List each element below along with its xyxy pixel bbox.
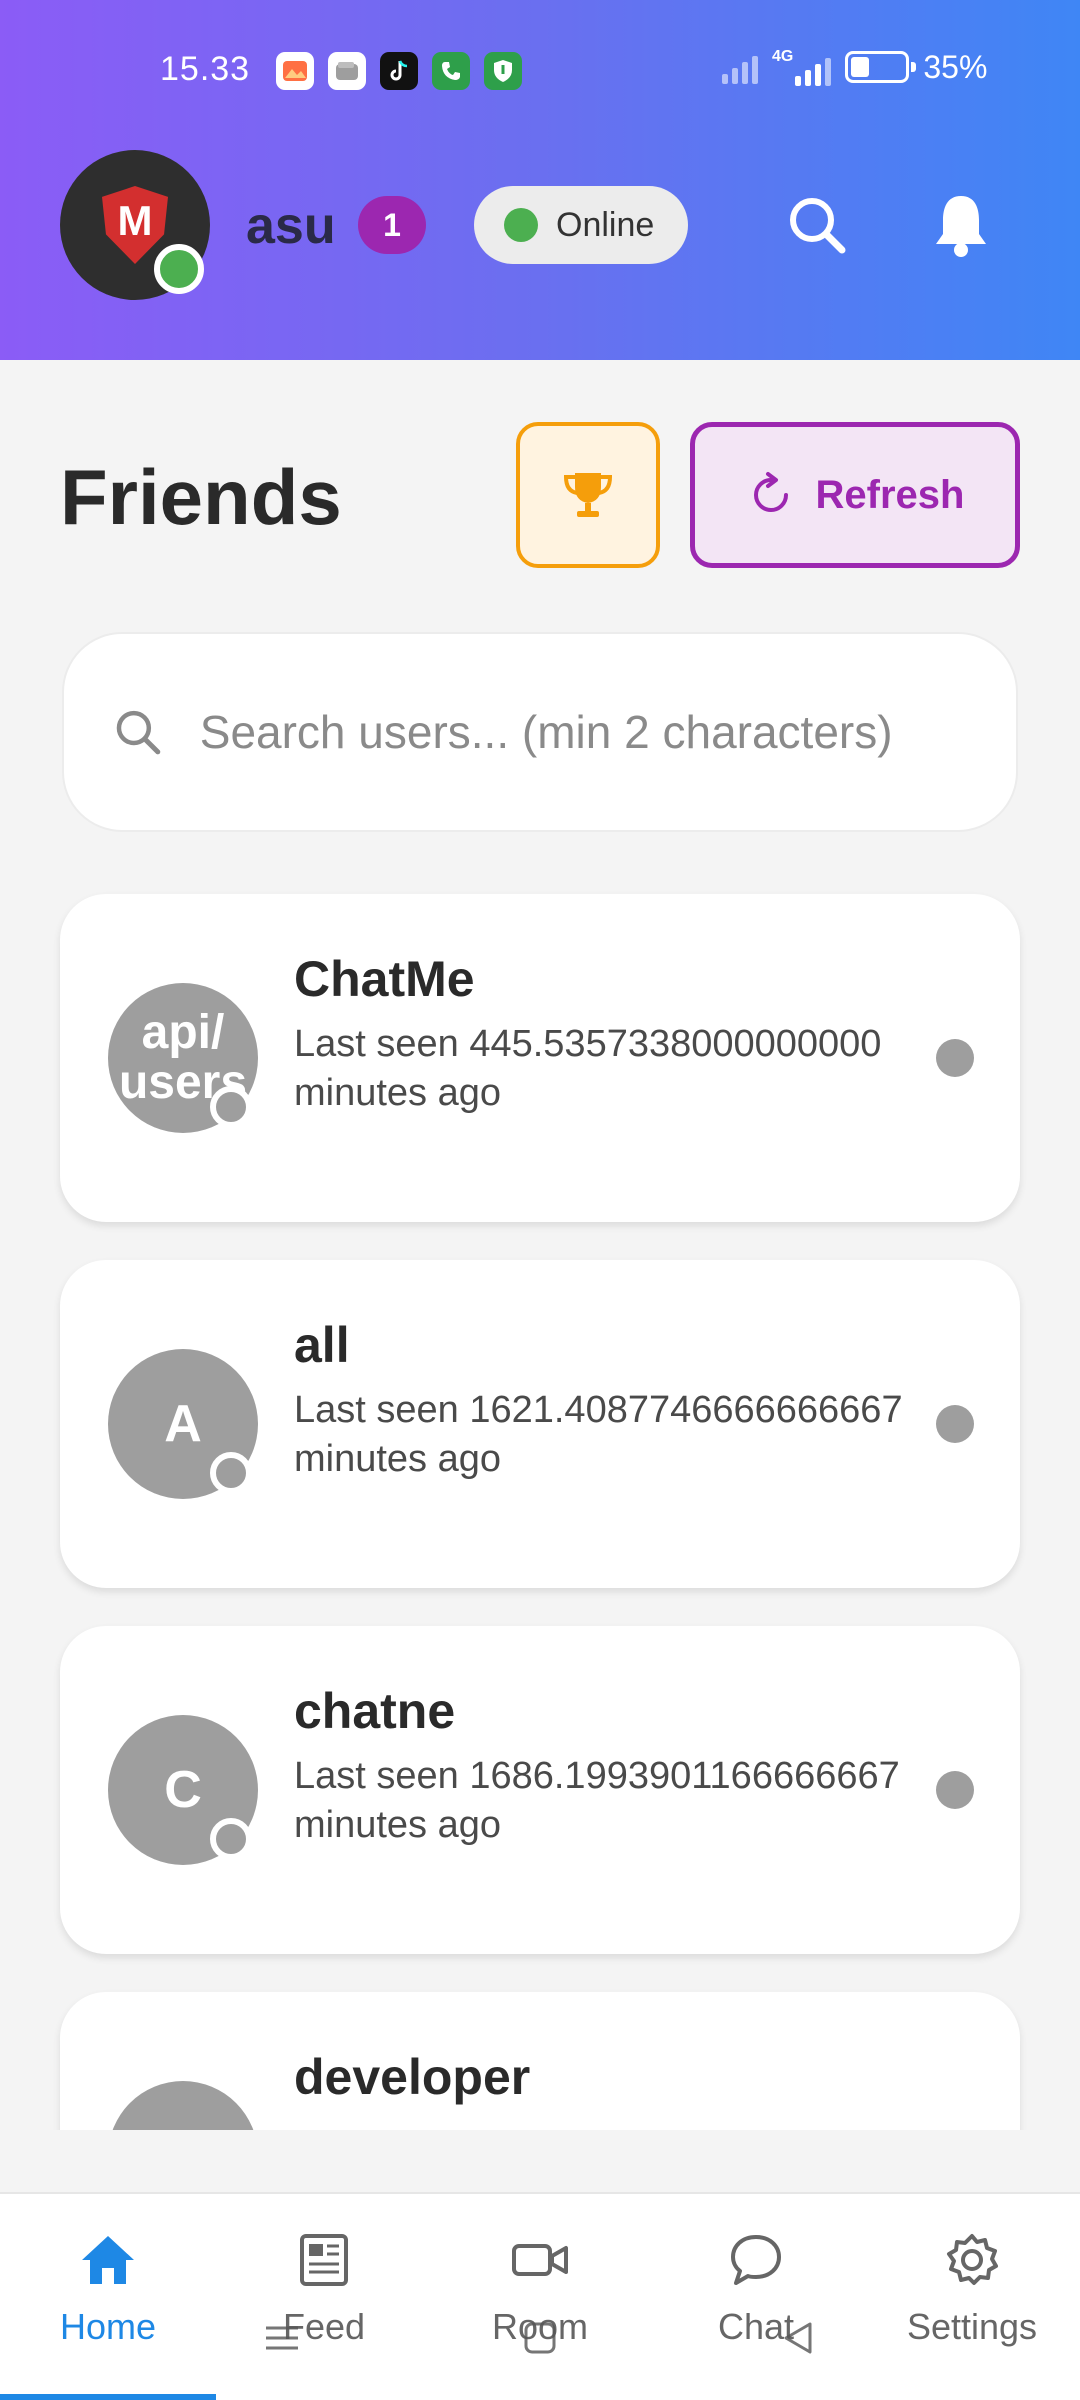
battery-level-fill xyxy=(851,57,870,77)
video-icon xyxy=(512,2244,568,2276)
online-status-toggle[interactable]: Online xyxy=(474,186,688,264)
nav-chat[interactable]: Chat xyxy=(648,2194,864,2400)
friend-avatar: D xyxy=(108,2081,258,2130)
leaderboard-button[interactable] xyxy=(516,422,660,568)
friend-last-seen: Last seen 1621.4087746666666667 minutes … xyxy=(294,1389,903,1480)
online-indicator xyxy=(154,244,204,294)
signal-sim1-icon xyxy=(722,50,758,84)
friend-status-dot xyxy=(936,1771,974,1809)
status-label: Online xyxy=(556,205,655,244)
nav-label: Settings xyxy=(906,2306,1038,2347)
battery-icon xyxy=(845,51,917,83)
friend-presence-dot xyxy=(210,1452,252,1494)
bell-icon[interactable] xyxy=(926,190,996,260)
shield-logo-icon: M xyxy=(102,186,168,264)
feed-icon xyxy=(300,2234,348,2286)
friends-list[interactable]: api/ users ChatMe Last seen 445.53573380… xyxy=(0,880,1080,2130)
friend-name: developer xyxy=(294,2049,531,2105)
friend-name: chatne xyxy=(294,1683,456,1739)
friend-last-seen: Last seen 445.5357338000000000 minutes a… xyxy=(294,1023,882,1114)
refresh-button[interactable]: Refresh xyxy=(690,422,1020,568)
active-tab-indicator xyxy=(0,2394,216,2400)
friend-presence-dot xyxy=(210,1818,252,1860)
menu-icon[interactable] xyxy=(262,2318,302,2368)
app-header: 15.33 4G 35% M asu 1 Online xyxy=(0,0,1080,360)
back-icon[interactable] xyxy=(778,2318,818,2368)
trophy-icon xyxy=(563,473,613,517)
gear-icon xyxy=(947,2234,998,2285)
tiktok-app-icon xyxy=(380,52,418,90)
refresh-icon xyxy=(753,472,788,512)
refresh-label: Refresh xyxy=(815,472,965,517)
chat-icon xyxy=(731,2235,781,2285)
friend-name: ChatMe xyxy=(294,951,475,1007)
search-bar[interactable] xyxy=(62,632,1018,832)
signal-sim2-icon xyxy=(795,52,832,86)
friend-status-dot xyxy=(936,1039,974,1077)
status-indicators: 4G 35% xyxy=(722,48,987,86)
status-app-icons xyxy=(276,52,522,90)
nav-home[interactable]: Home xyxy=(0,2194,216,2400)
search-input[interactable] xyxy=(199,705,1016,759)
friend-presence-dot xyxy=(210,1086,252,1128)
network-type: 4G xyxy=(772,48,794,65)
home-square-icon[interactable] xyxy=(520,2318,560,2368)
page-title: Friends xyxy=(60,453,342,541)
search-icon xyxy=(116,710,161,755)
gallery-app-icon xyxy=(276,52,314,90)
friend-name: all xyxy=(294,1317,350,1373)
friend-card[interactable]: api/ users ChatMe Last seen 445.53573380… xyxy=(60,894,1020,1222)
bottom-navigation: Home Feed Room Chat Settings xyxy=(0,2192,1080,2400)
status-dot xyxy=(504,208,538,242)
wallet-app-icon xyxy=(328,52,366,90)
nav-label: Home xyxy=(59,2306,157,2347)
status-bar: 15.33 4G 35% xyxy=(0,40,1080,110)
friend-card[interactable]: D developer xyxy=(60,1992,1020,2130)
home-icon xyxy=(82,2236,134,2284)
nav-settings[interactable]: Settings xyxy=(864,2194,1080,2400)
username: asu xyxy=(246,197,336,255)
nav-room[interactable]: Room xyxy=(432,2194,648,2400)
friend-status-dot xyxy=(936,1405,974,1443)
friend-card[interactable]: C chatne Last seen 1686.1993901166666667… xyxy=(60,1626,1020,1954)
status-time: 15.33 xyxy=(160,50,251,88)
phone-app-icon xyxy=(432,52,470,90)
security-app-icon xyxy=(484,52,522,90)
friend-last-seen: Last seen 1686.1993901166666667 minutes … xyxy=(294,1755,900,1846)
search-icon[interactable] xyxy=(782,190,852,260)
notification-count-badge[interactable]: 1 xyxy=(358,196,426,254)
battery-percent: 35% xyxy=(923,48,988,85)
friend-card[interactable]: A all Last seen 1621.4087746666666667 mi… xyxy=(60,1260,1020,1588)
nav-feed[interactable]: Feed xyxy=(216,2194,432,2400)
